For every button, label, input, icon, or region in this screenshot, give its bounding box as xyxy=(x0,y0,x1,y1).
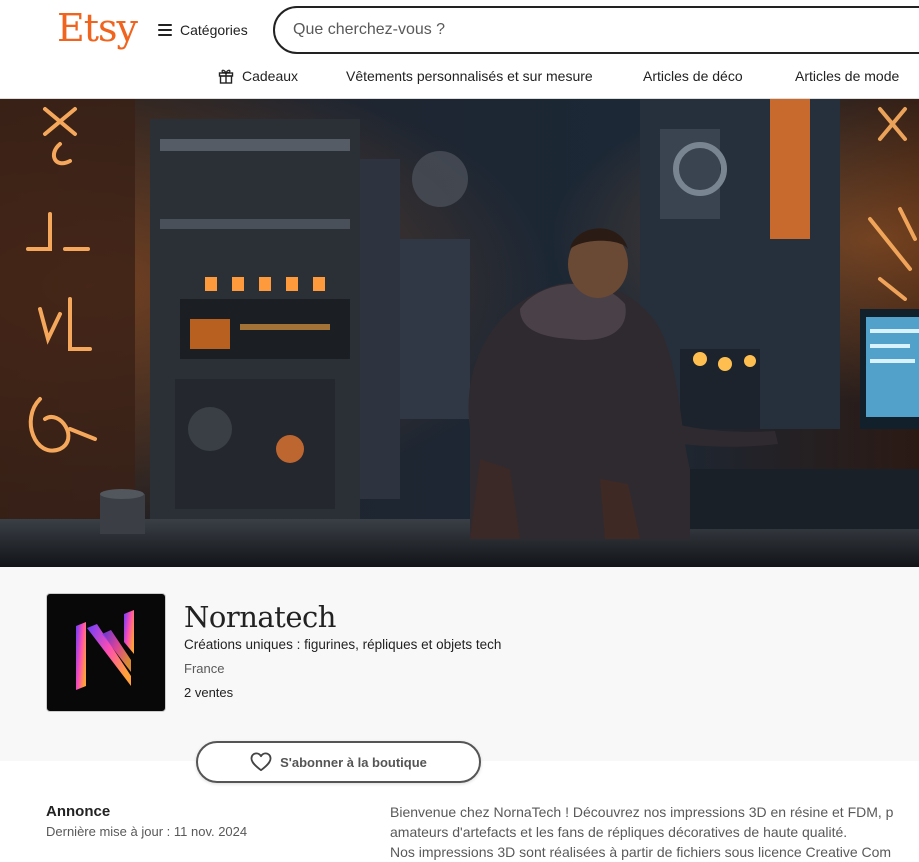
shop-tagline: Créations uniques : figurines, répliques… xyxy=(184,637,502,652)
announcement-date: Dernière mise à jour : 11 nov. 2024 xyxy=(46,824,248,839)
follow-shop-label: S'abonner à la boutique xyxy=(280,754,427,770)
etsy-logo[interactable]: Etsy xyxy=(57,6,138,50)
nav-label-custom-clothing: Vêtements personnalisés et sur mesure xyxy=(346,68,593,84)
nav-label-gifts: Cadeaux xyxy=(242,68,299,84)
announcement-line: Nos impressions 3D sont réalisées à part… xyxy=(390,844,892,860)
nav-item-gifts[interactable]: Cadeaux xyxy=(218,64,298,88)
nav-item-custom-clothing[interactable]: Vêtements personnalisés et sur mesure xyxy=(346,64,593,88)
announcement-line: Bienvenue chez NornaTech ! Découvrez nos… xyxy=(390,804,894,820)
search-bar xyxy=(273,6,919,54)
hamburger-icon xyxy=(158,24,172,36)
site-header: Etsy Catégories Cadeaux Vêtements person… xyxy=(0,0,919,99)
nornatech-logo-icon xyxy=(76,610,134,690)
categories-label: Catégories xyxy=(180,22,248,38)
shop-logo[interactable] xyxy=(46,593,166,712)
follow-shop-button[interactable]: S'abonner à la boutique xyxy=(196,741,481,783)
categories-button[interactable]: Catégories xyxy=(158,18,248,42)
shop-info-section: Nornatech Créations uniques : figurines,… xyxy=(0,567,919,761)
banner-illustration xyxy=(0,99,919,567)
announcement-title: Annonce xyxy=(46,803,111,820)
shop-name: Nornatech xyxy=(184,600,336,634)
nav-label-home-decor: Articles de déco xyxy=(643,68,743,84)
gift-icon xyxy=(218,69,234,84)
shop-country: France xyxy=(184,661,225,676)
announcement-line: amateurs d'artefacts et les fans de répl… xyxy=(390,824,848,840)
nav-item-fashion[interactable]: Articles de mode xyxy=(795,64,899,88)
heart-icon xyxy=(250,752,272,772)
category-nav: Cadeaux Vêtements personnalisés et sur m… xyxy=(0,64,919,88)
shop-sales-count[interactable]: 2 ventes xyxy=(184,685,233,700)
announcement-text: Bienvenue chez NornaTech ! Découvrez nos… xyxy=(390,802,919,862)
nav-item-home-decor[interactable]: Articles de déco xyxy=(643,64,743,88)
shop-banner-image xyxy=(0,99,919,567)
nav-label-fashion: Articles de mode xyxy=(795,68,900,84)
search-input[interactable] xyxy=(275,8,875,52)
